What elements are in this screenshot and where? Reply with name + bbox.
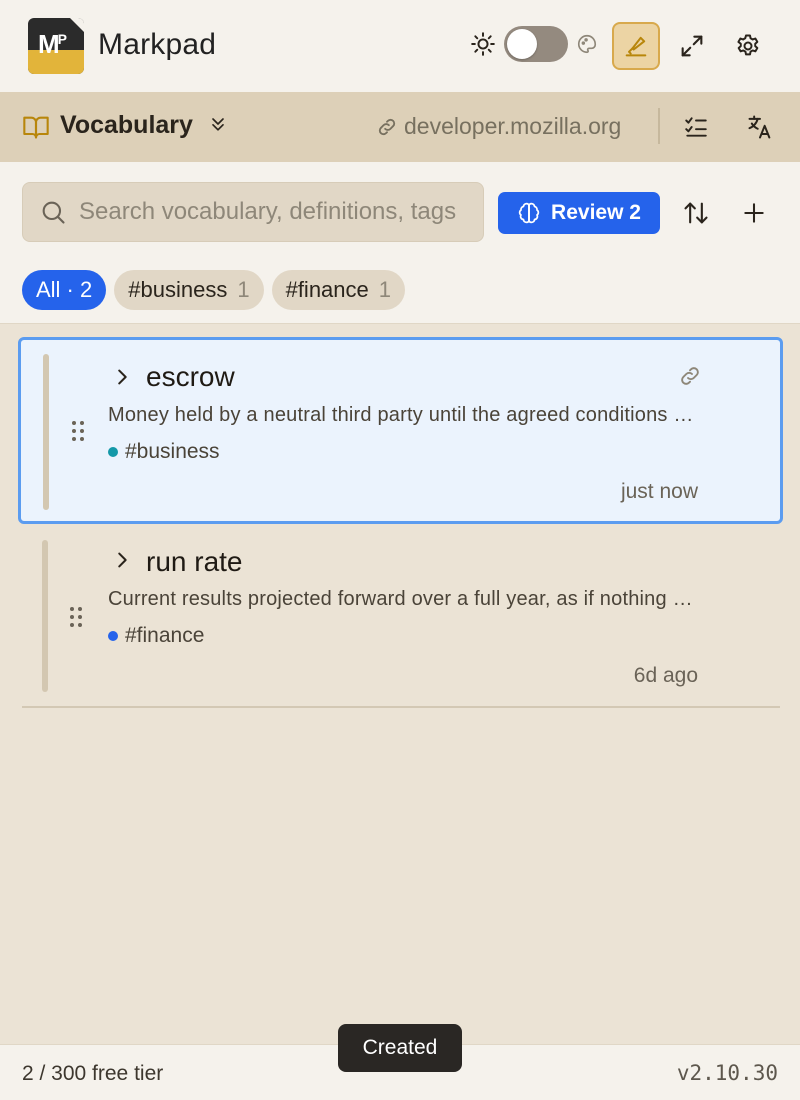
highlighter-button[interactable]	[612, 22, 660, 70]
chevron-right-icon[interactable]	[111, 366, 133, 388]
search-box[interactable]	[22, 182, 484, 242]
tag-filter-bar: All · 2 #business 1 #finance 1	[22, 270, 406, 310]
brain-icon	[517, 201, 541, 225]
checklist-icon	[683, 114, 709, 140]
sun-icon	[470, 31, 496, 57]
card-tag[interactable]: #business	[108, 440, 220, 464]
filter-chip-label: #finance	[285, 277, 369, 302]
card-tag-label: #business	[125, 440, 220, 463]
review-label: Review 2	[551, 201, 641, 224]
deck-selector[interactable]: Vocabulary	[60, 111, 193, 140]
chevrons-down-icon[interactable]	[208, 114, 228, 134]
filter-chip-count: 1	[378, 277, 392, 302]
toggle-knob	[507, 29, 537, 59]
add-word-button[interactable]	[734, 193, 774, 233]
tag-color-dot	[108, 631, 118, 641]
filter-chip-finance[interactable]: #finance 1	[271, 270, 406, 310]
translate-icon	[746, 113, 774, 141]
theme-toggle[interactable]	[504, 26, 568, 62]
sort-arrows-icon	[682, 199, 710, 227]
translate-button[interactable]	[740, 107, 780, 147]
card-term: run rate	[146, 546, 243, 577]
sort-button[interactable]	[676, 193, 716, 233]
app-header: MP Markpad	[0, 0, 800, 92]
filter-chip-count: 1	[237, 277, 250, 302]
filter-chip-business[interactable]: #business 1	[114, 270, 264, 310]
deck-bar: Vocabulary developer.mozilla.org	[0, 92, 800, 162]
card-timestamp: 6d ago	[633, 664, 698, 687]
site-link[interactable]: developer.mozilla.org	[376, 113, 621, 140]
card-tag-label: #finance	[125, 624, 205, 647]
vocab-card[interactable]: escrow Money held by a neutral third par…	[18, 337, 783, 524]
drag-handle-icon[interactable]	[69, 606, 83, 628]
expand-icon	[678, 32, 706, 60]
link-icon	[376, 116, 398, 138]
card-rail	[42, 540, 48, 692]
card-timestamp: just now	[620, 480, 698, 503]
toast-notification: Created	[338, 1024, 462, 1072]
site-link-label: developer.mozilla.org	[404, 113, 622, 139]
card-term: escrow	[146, 361, 235, 392]
filter-chip-label: #business	[128, 277, 228, 302]
settings-button[interactable]	[728, 26, 768, 66]
vocab-card[interactable]: run rate Current results projected forwa…	[22, 530, 780, 708]
card-tag[interactable]: #finance	[108, 624, 204, 648]
book-icon	[22, 114, 50, 140]
gear-icon	[734, 32, 762, 60]
tag-color-dot	[108, 447, 118, 457]
palette-icon[interactable]	[576, 33, 598, 55]
filter-chip-label: All · 2	[36, 277, 93, 302]
search-panel: Review 2 All · 2 #business 1 #finance 1	[0, 162, 800, 324]
card-definition: Money held by a neutral third party unti…	[108, 404, 700, 426]
divider	[658, 108, 660, 144]
app-logo: MP	[28, 18, 84, 74]
checklist-button[interactable]	[676, 107, 716, 147]
review-button[interactable]: Review 2	[498, 192, 660, 234]
highlighter-icon	[622, 32, 650, 60]
plus-icon	[741, 200, 767, 226]
card-definition: Current results projected forward over a…	[108, 588, 700, 610]
link-icon[interactable]	[678, 364, 702, 388]
search-icon	[39, 198, 67, 226]
card-rail	[43, 354, 49, 510]
tier-usage: 2 / 300 free tier	[22, 1062, 164, 1085]
search-input[interactable]	[79, 198, 467, 226]
theme-switcher	[470, 26, 598, 62]
app-title: Markpad	[98, 28, 217, 61]
expand-button[interactable]	[672, 26, 712, 66]
drag-handle-icon[interactable]	[71, 420, 85, 442]
chevron-right-icon[interactable]	[111, 549, 133, 571]
app-version: v2.10.30	[676, 1061, 778, 1085]
filter-chip-all[interactable]: All · 2	[22, 270, 107, 310]
